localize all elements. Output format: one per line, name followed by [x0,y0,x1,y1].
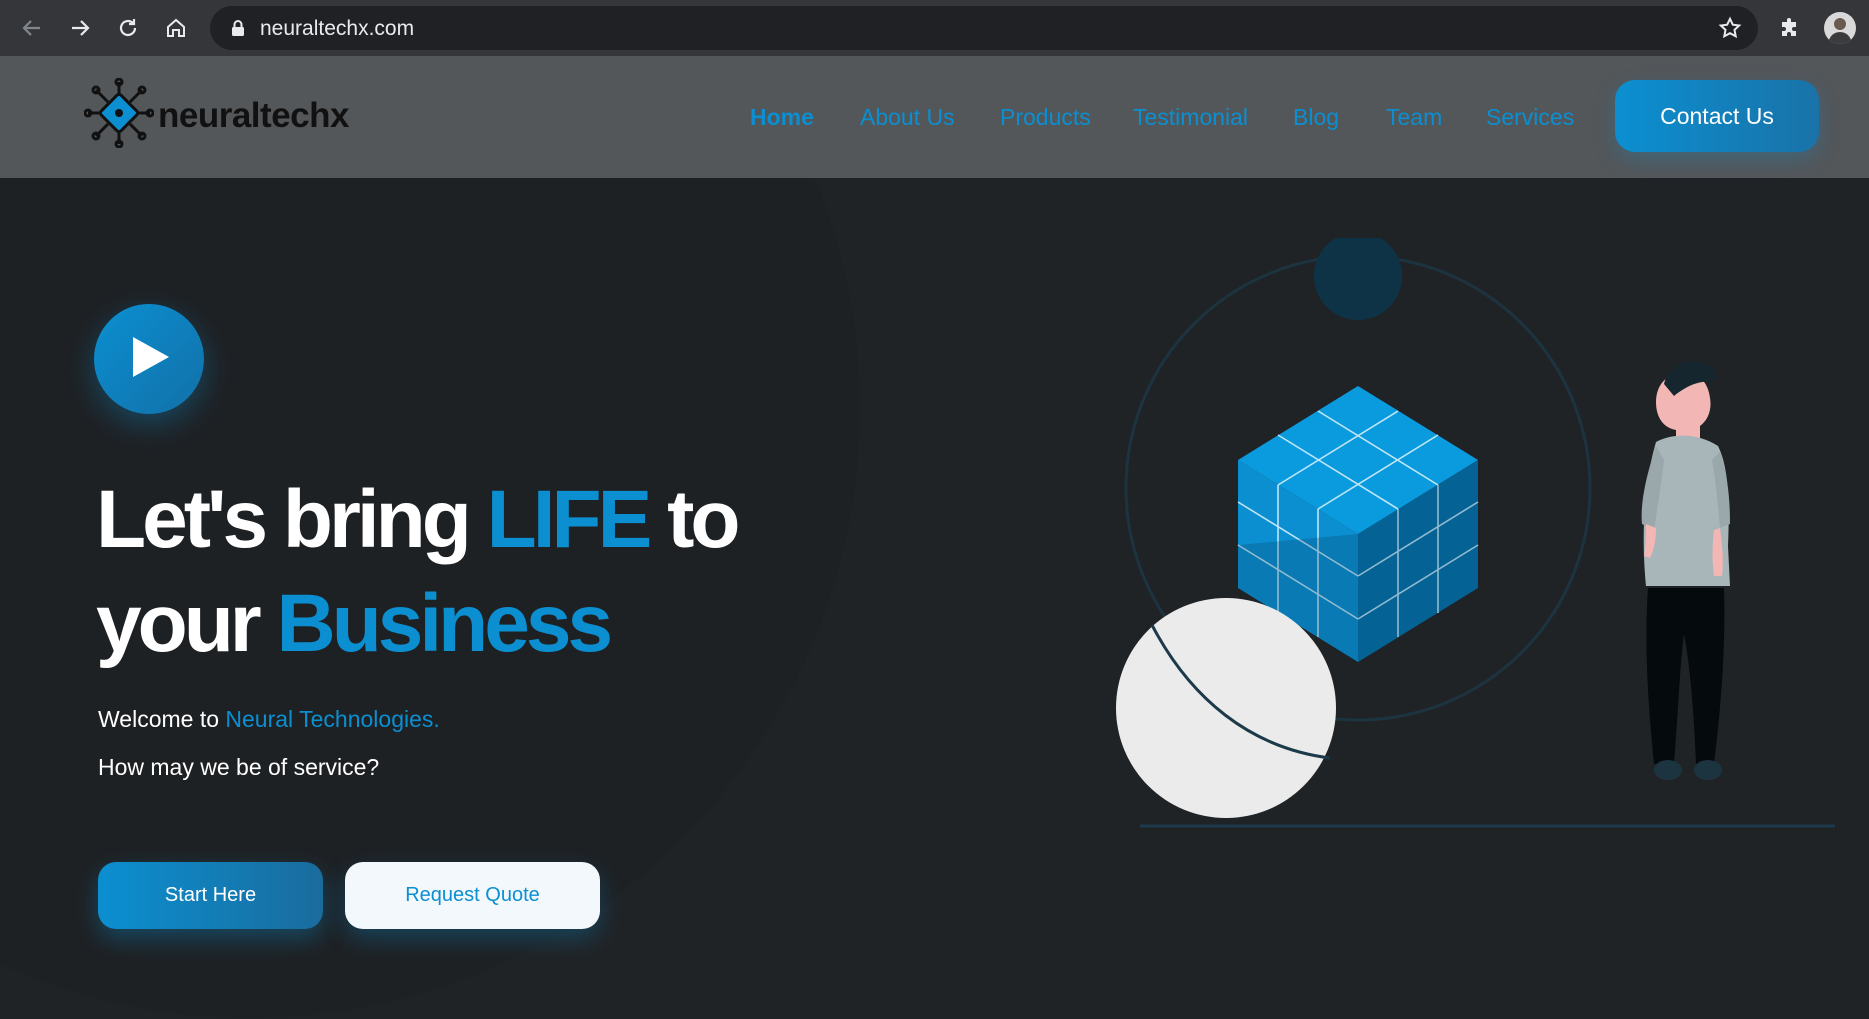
headline-accent-life: LIFE [486,474,653,565]
nav-testimonial[interactable]: Testimonial [1133,104,1248,131]
hero-illustration [1100,232,1840,893]
url-text[interactable]: neuraltechx.com [260,17,414,41]
nav-products[interactable]: Products [1000,104,1091,131]
start-here-button[interactable]: Start Here [98,862,323,929]
profile-avatar[interactable] [1824,12,1856,44]
lock-icon [230,19,246,42]
headline-text: to [648,474,740,565]
sphere-graphic [1116,598,1336,818]
headline-accent-business: Business [276,578,613,669]
hero-section: Let's bring LIFE to your Business Welcom… [0,178,1869,1019]
reload-icon[interactable] [110,10,146,46]
request-quote-button[interactable]: Request Quote [345,862,600,929]
logo[interactable]: neuraltechx [83,77,349,153]
browser-toolbar: neuraltechx.com [0,0,1869,56]
nav-home[interactable]: Home [750,104,814,131]
play-icon [127,333,171,386]
nav-services[interactable]: Services [1486,104,1574,131]
contact-us-button[interactable]: Contact Us [1615,80,1819,152]
play-video-button[interactable] [94,304,204,414]
welcome-text: Welcome to Neural Technologies. [98,706,440,733]
logo-text: neuraltechx [158,95,349,135]
address-bar[interactable]: neuraltechx.com [210,6,1758,50]
welcome-prefix: Welcome to [98,706,226,732]
headline-text: Let's bring [96,474,487,565]
company-name: Neural Technologies. [225,706,440,732]
headline-line-2: your Business [96,572,736,676]
site-header: neuraltechx Home About Us Products Testi… [0,56,1869,178]
person-figure [1641,361,1730,780]
nav-blog[interactable]: Blog [1293,104,1339,131]
star-icon[interactable] [1718,16,1742,45]
arrow-left-icon[interactable] [14,10,50,46]
orbit-planet [1314,232,1402,320]
puzzle-icon[interactable] [1772,10,1808,46]
service-question: How may we be of service? [98,754,380,780]
neural-chip-icon [83,77,155,153]
arrow-right-icon[interactable] [62,10,98,46]
headline-text: your [96,578,277,669]
home-icon[interactable] [158,10,194,46]
nav-about-us[interactable]: About Us [860,104,955,131]
nav-team[interactable]: Team [1386,104,1442,131]
hero-headline: Let's bring LIFE to your Business [96,468,740,676]
headline-line-1: Let's bring LIFE to [96,468,740,572]
